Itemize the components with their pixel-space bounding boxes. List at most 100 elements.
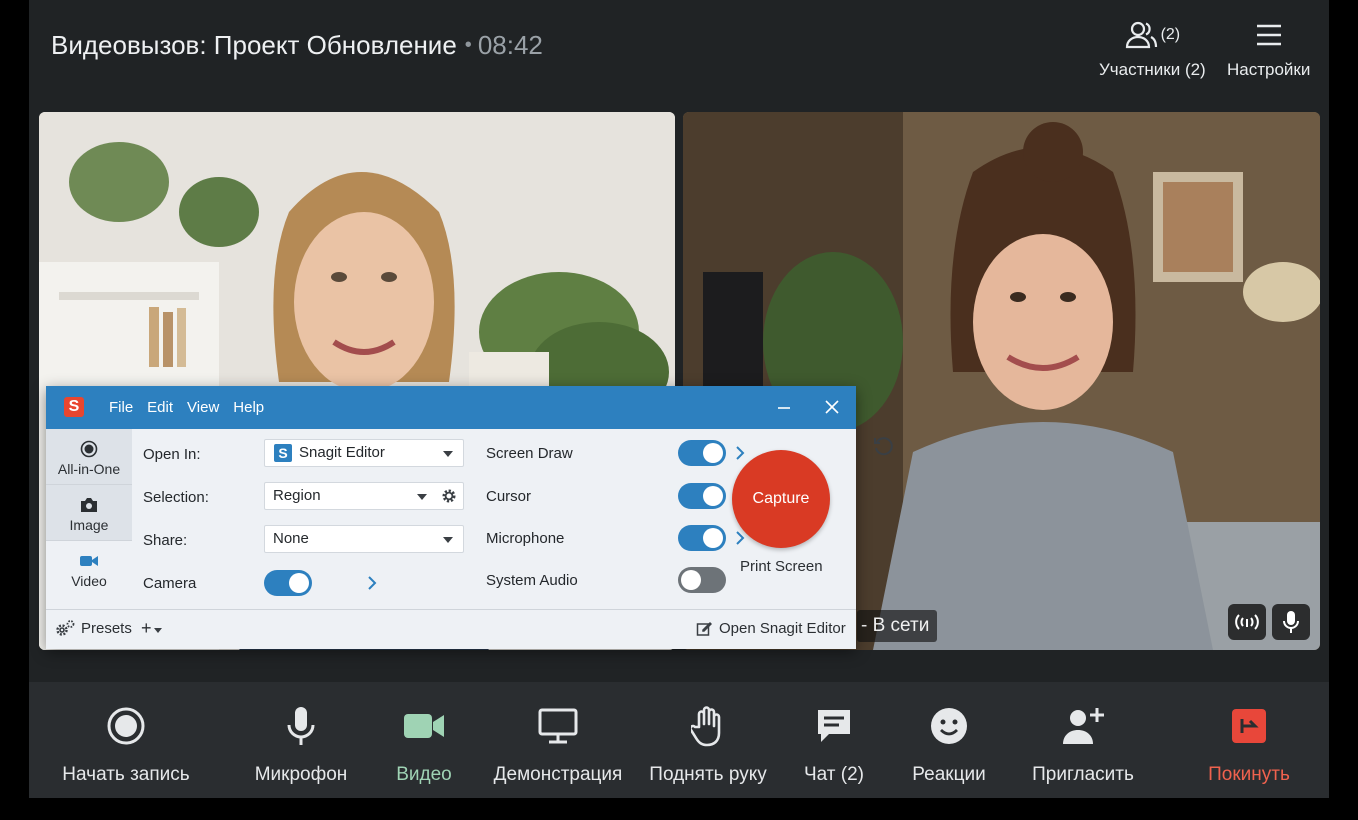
settings-button[interactable]: Настройки xyxy=(1227,18,1310,80)
participants-button[interactable]: (2) Участники (2) xyxy=(1099,18,1206,80)
all-in-one-icon xyxy=(80,440,98,458)
tab-all-in-one-label: All-in-One xyxy=(57,461,121,477)
smile-icon xyxy=(931,708,967,744)
record-label: Начать запись xyxy=(62,764,190,785)
selection-value: Region xyxy=(273,487,321,504)
raise-hand-button[interactable]: Поднять руку xyxy=(645,702,771,786)
selection-label: Selection: xyxy=(143,489,209,506)
tab-image[interactable]: Image xyxy=(46,485,132,541)
chat-label: Чат (2) xyxy=(803,764,864,785)
camera-label: Camera xyxy=(143,575,197,592)
invite-label: Пригласить xyxy=(1032,764,1134,785)
toggle-knob xyxy=(703,528,723,548)
chevron-right-icon[interactable] xyxy=(366,576,378,590)
chat-button[interactable]: Чат (2) xyxy=(797,702,871,786)
video-camera-icon xyxy=(404,714,444,738)
participants-icon xyxy=(1125,21,1157,49)
snagit-title-bar[interactable]: S File Edit View Help xyxy=(46,386,856,429)
microphone-icon xyxy=(1283,611,1299,633)
menu-icon xyxy=(1256,24,1281,46)
invite-button[interactable]: Пригласить xyxy=(1027,702,1139,786)
top-bar: Видеовызов: Проект Обновление • 08:42 (2) … xyxy=(29,0,1329,100)
menu-view[interactable]: View xyxy=(187,399,219,416)
open-in-dropdown[interactable]: S Snagit Editor xyxy=(264,439,464,467)
snagit-logo-icon: S xyxy=(64,397,84,417)
reset-icon[interactable] xyxy=(872,435,894,457)
monitor-icon xyxy=(538,708,578,744)
minimize-button[interactable] xyxy=(774,396,794,418)
tab-video-label: Video xyxy=(71,573,107,589)
chevron-down-icon xyxy=(417,494,427,500)
capture-shortcut: Print Screen xyxy=(740,558,823,575)
leave-icon xyxy=(1232,709,1266,743)
gear-icon[interactable] xyxy=(441,488,457,504)
mic-button[interactable]: Микрофон xyxy=(251,702,351,786)
edit-icon xyxy=(696,621,712,636)
share-label: Share: xyxy=(143,532,188,549)
participant-2-mic-button[interactable] xyxy=(1272,604,1310,640)
chevron-right-icon[interactable] xyxy=(734,531,746,545)
open-in-label: Open In: xyxy=(143,446,201,463)
minimize-icon xyxy=(778,407,790,409)
tab-video[interactable]: Video xyxy=(46,541,132,597)
chevron-down-icon xyxy=(443,537,453,543)
call-title: Видеовызов: Проект Обновление xyxy=(51,30,457,60)
leave-label: Покинуть xyxy=(1208,764,1290,785)
title-separator: • xyxy=(464,34,472,56)
participants-count: (2) xyxy=(1160,26,1181,43)
signal-icon xyxy=(1235,614,1259,630)
share-value: None xyxy=(273,530,309,547)
toggle-knob xyxy=(681,570,701,590)
screen-share-label: Демонстрация xyxy=(493,764,623,785)
call-toolbar: Начать запись Микрофон Видео Демонстраци… xyxy=(29,682,1329,798)
selection-dropdown[interactable]: Region xyxy=(264,482,464,510)
capture-button[interactable]: Capture xyxy=(732,450,830,548)
open-snagit-editor-button[interactable]: Open Snagit Editor xyxy=(719,620,846,637)
settings-label: Настройки xyxy=(1227,60,1311,79)
camera-toggle[interactable] xyxy=(264,570,312,596)
raise-hand-label: Поднять руку xyxy=(649,764,767,785)
toggle-knob xyxy=(703,486,723,506)
presets-gear-icon[interactable] xyxy=(54,619,76,639)
mic-label: Микрофон xyxy=(254,764,348,785)
snagit-footer: Presets + Open Snagit Editor xyxy=(46,609,856,649)
call-title-row: Видеовызов: Проект Обновление • 08:42 xyxy=(51,30,543,61)
reactions-button[interactable]: Реакции xyxy=(905,702,993,786)
microphone-toggle[interactable] xyxy=(678,525,726,551)
leave-button[interactable]: Покинуть xyxy=(1203,702,1295,786)
snagit-menu-bar: File Edit View Help xyxy=(109,399,264,416)
cursor-toggle[interactable] xyxy=(678,483,726,509)
open-in-value: Snagit Editor xyxy=(299,444,385,461)
participants-label: Участники (2) xyxy=(1099,60,1206,79)
tab-all-in-one[interactable]: All-in-One xyxy=(46,429,132,485)
menu-edit[interactable]: Edit xyxy=(147,399,173,416)
menu-help[interactable]: Help xyxy=(233,399,264,416)
chevron-down-icon[interactable] xyxy=(154,628,162,633)
hand-icon xyxy=(691,706,721,747)
video-label: Видео xyxy=(396,764,452,785)
snagit-editor-icon: S xyxy=(274,444,292,462)
record-icon xyxy=(107,707,145,745)
microphone-label: Microphone xyxy=(486,530,565,547)
system-audio-toggle[interactable] xyxy=(678,567,726,593)
camera-icon xyxy=(81,498,97,512)
microphone-icon xyxy=(287,707,315,745)
toggle-knob xyxy=(289,573,309,593)
screen-share-button[interactable]: Демонстрация xyxy=(489,702,627,786)
video-icon xyxy=(80,556,98,566)
toggle-knob xyxy=(703,443,723,463)
add-user-icon xyxy=(1063,708,1104,744)
video-button[interactable]: Видео xyxy=(385,702,463,786)
system-audio-label: System Audio xyxy=(486,572,578,589)
snagit-capture-window: S File Edit View Help All-in-One Image V… xyxy=(46,386,893,649)
tab-image-label: Image xyxy=(69,517,109,533)
add-preset-button[interactable]: + xyxy=(141,618,152,639)
menu-file[interactable]: File xyxy=(109,399,133,416)
presets-label[interactable]: Presets xyxy=(81,620,132,637)
share-dropdown[interactable]: None xyxy=(264,525,464,553)
connection-quality-button[interactable] xyxy=(1228,604,1266,640)
record-button[interactable]: Начать запись xyxy=(59,702,193,786)
screen-draw-toggle[interactable] xyxy=(678,440,726,466)
close-button[interactable] xyxy=(822,396,842,418)
chevron-right-icon[interactable] xyxy=(734,446,746,460)
